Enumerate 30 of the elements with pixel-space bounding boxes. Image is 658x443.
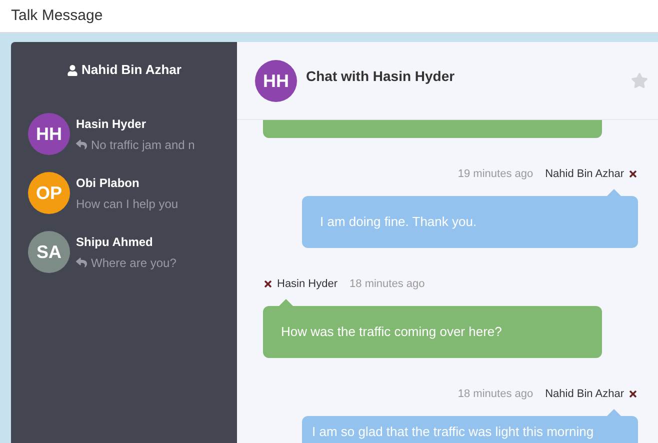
author-name: Nahid Bin Azhar (545, 386, 624, 402)
timestamp: 18 minutes ago (350, 276, 425, 292)
star-icon[interactable] (631, 72, 648, 89)
avatar: OP (28, 172, 70, 214)
user-icon (66, 64, 78, 76)
message-preview: Where are you? (91, 254, 176, 272)
contact-name: Hasin Hyder (76, 116, 148, 132)
user-name: Nahid Bin Azhar (82, 61, 182, 80)
avatar: HH (28, 113, 70, 155)
timestamp: 18 minutes ago (458, 386, 534, 402)
chat-title: Chat with Hasin Hyder (306, 67, 456, 86)
conversation-item[interactable]: HH Hasin Hyder No traffic jam and n (28, 113, 237, 155)
avatar: SA (28, 231, 70, 273)
message-text: I am so glad that the traffic was light this morning (312, 424, 594, 439)
conversation-item[interactable]: OP Obi Plabon How can I help you (28, 172, 237, 214)
conversation-item[interactable]: SA Shipu Ahmed Where are you? (28, 231, 237, 273)
message-text: I am doing fine. Thank you. (320, 214, 477, 229)
remove-icon[interactable] (263, 279, 273, 289)
remove-icon[interactable] (628, 169, 638, 179)
contact-name: Obi Plabon (76, 174, 140, 192)
timestamp: 19 minutes ago (458, 166, 534, 182)
window-title: Talk Message (11, 6, 103, 26)
remove-icon[interactable] (628, 389, 638, 399)
author-name: Hasin Hyder (277, 276, 338, 292)
author-name: Nahid Bin Azhar (545, 166, 624, 182)
message-text: How was the traffic coming over here? (281, 324, 502, 339)
contact-name: Shipu Ahmed (76, 234, 154, 250)
avatar: HH (255, 60, 297, 102)
message-preview: No traffic jam and n (91, 136, 195, 154)
message-preview: How can I help you (76, 196, 178, 212)
